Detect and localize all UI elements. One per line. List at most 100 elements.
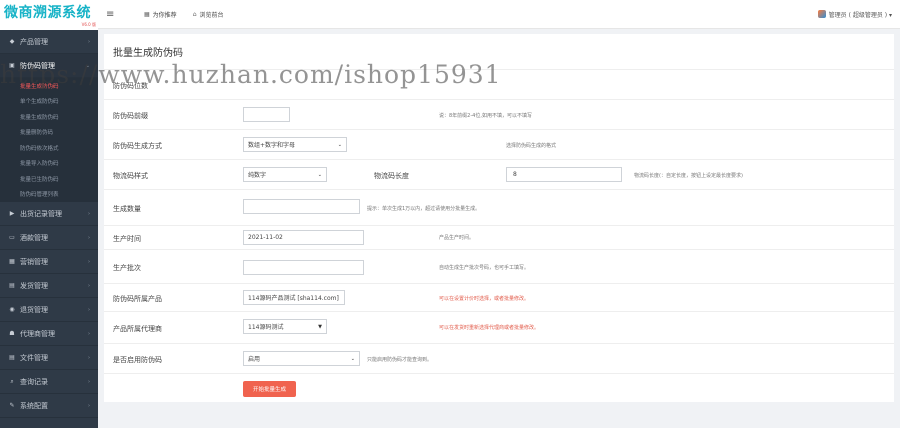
wrench-icon: ✎ — [9, 402, 15, 409]
sidebar-item-label: 产品管理 — [20, 37, 48, 46]
file-icon: ▤ — [9, 354, 15, 361]
chevron-right-icon: › — [88, 378, 90, 385]
quantity-label: 生成数量 — [113, 205, 141, 213]
batch-number-label: 生产批次 — [113, 264, 141, 272]
sidebar-item-files[interactable]: ▤ 文件管理 › — [0, 346, 98, 370]
prefix-input[interactable] — [243, 107, 290, 122]
shield-icon: ▣ — [9, 62, 15, 69]
logistics-style-select[interactable]: 纯数字 ⌄ — [243, 167, 327, 182]
user-label: 管理员 ( 超级管理员 ) ▾ — [828, 11, 892, 19]
start-batch-generate-button[interactable]: 开始批量生成 — [243, 381, 296, 397]
sidebar-item-label: 查询记录 — [20, 377, 48, 386]
form-row-prefix: 防伪码前缀 说：8年前缀2-4位,如用不填，可以不填写 — [104, 100, 894, 130]
chevron-right-icon: › — [88, 234, 90, 241]
batch-number-hint: 自动生成生产批次号码，也可手工填写。 — [439, 265, 530, 271]
page-title: 批量生成防伪码 — [104, 34, 894, 70]
enable-hint: 只能启用防伪码才能查询到。 — [367, 357, 433, 363]
chevron-right-icon: › — [88, 306, 90, 313]
product-input[interactable]: 114源码产品测试 [sha114.com] — [243, 290, 345, 305]
form-row-generate-mode: 防伪码生成方式 数组+数字和字母 ⌄ 选择防伪码生成的格式 — [104, 130, 894, 160]
chevron-right-icon: › — [88, 330, 90, 337]
sidebar-subnav: 批量生成防伪码 单个生成防伪码 批量生成防伪码 批量删防伪码 防伪码依次格式 批… — [0, 78, 98, 202]
user-menu[interactable]: 管理员 ( 超级管理员 ) ▾ — [817, 10, 892, 19]
production-date-label: 生产时间 — [113, 235, 141, 243]
sidebar-item-label: 防伪码管理 — [20, 61, 55, 70]
sidebar-item-shipments[interactable]: ▶ 出货记录管理 › — [0, 202, 98, 226]
enable-label: 是否启用防伪码 — [113, 356, 162, 364]
bottle-icon: ▭ — [9, 234, 15, 241]
chevron-right-icon: › — [88, 258, 90, 265]
frontend-link[interactable]: ⌂ 浏览前台 — [193, 10, 224, 19]
logistics-length-label: 物流码长度 — [374, 172, 409, 180]
sidebar-subitem-batch-delete[interactable]: 批量删防伪码 — [0, 125, 98, 141]
generate-mode-value: 数组+数字和字母 — [248, 142, 296, 149]
grid-icon: ▦ — [9, 258, 15, 265]
tag-icon: ◆ — [9, 38, 15, 45]
logistics-length-hint: 物流码长度(：自定长度，按钮上设定最长度要求) — [634, 173, 743, 179]
sidebar-item-label: 文件管理 — [20, 353, 48, 362]
chevron-right-icon: › — [88, 282, 90, 289]
sidebar-item-marketing[interactable]: ▦ 营销管理 › — [0, 250, 98, 274]
sidebar-subitem-list[interactable]: 防伪码管理列表 — [0, 187, 98, 203]
sidebar-item-label: 发货管理 — [20, 281, 48, 290]
form-row-production-date: 生产时间 2021-11-02 产品生产时间。 — [104, 226, 894, 250]
prefix-label: 防伪码前缀 — [113, 112, 148, 120]
search-icon: ⌕ — [10, 377, 14, 385]
sidebar-subitem-batch-generate-2[interactable]: 批量生成防伪码 — [0, 109, 98, 125]
hamburger-icon[interactable]: ≡ — [106, 9, 118, 20]
sidebar-subitem-generated[interactable]: 批量已生防伪码 — [0, 171, 98, 187]
form-row-batch-number: 生产批次 自动生成生产批次号码，也可手工填写。 — [104, 250, 894, 284]
return-icon: ◉ — [9, 306, 15, 313]
sidebar-item-returns[interactable]: ◉ 退货管理 › — [0, 298, 98, 322]
sidebar-item-settings[interactable]: ✎ 系统配置 › — [0, 394, 98, 418]
sidebar-item-label: 系统配置 — [20, 401, 48, 410]
batch-number-input[interactable] — [243, 260, 364, 275]
sidebar-item-agents[interactable]: ☗ 代理商管理 › — [0, 322, 98, 346]
generate-mode-select[interactable]: 数组+数字和字母 ⌄ — [243, 137, 347, 152]
logistics-style-label: 物流码样式 — [113, 172, 148, 180]
form-row-product: 防伪码所属产品 114源码产品测试 [sha114.com] 可以在设置计价时选… — [104, 284, 894, 312]
enable-select[interactable]: 启用 ⌄ — [243, 351, 360, 366]
chevron-down-icon: ⌄ — [337, 141, 342, 148]
quantity-input[interactable] — [243, 199, 360, 214]
sidebar-item-wine[interactable]: ▭ 酒款管理 › — [0, 226, 98, 250]
sidebar-subitem-import[interactable]: 批量导入防伪码 — [0, 156, 98, 172]
frontend-label: 浏览前台 — [199, 11, 224, 19]
home-icon: ⌂ — [192, 10, 197, 18]
enable-value: 启用 — [248, 356, 261, 363]
form-row-enable: 是否启用防伪码 启用 ⌄ 只能启用防伪码才能查询到。 — [104, 344, 894, 374]
agent-select[interactable]: 114源码测试 ▼ — [243, 319, 327, 334]
sidebar-item-label: 出货记录管理 — [20, 209, 62, 218]
recommend-label: 为你推荐 — [152, 11, 177, 19]
chevron-right-icon: › — [88, 402, 90, 409]
product-label: 防伪码所属产品 — [113, 295, 162, 303]
sidebar-item-label: 退货管理 — [20, 305, 48, 314]
caret-down-icon: ▼ — [318, 323, 322, 330]
sidebar-item-label: 酒款管理 — [20, 233, 48, 242]
logo[interactable]: 微商溯源系统 V6.0 版 — [0, 0, 98, 30]
form-row-agent: 产品所属代理商 114源码测试 ▼ 可以在发货时重新选择代理商或者批量修改。 — [104, 312, 894, 344]
sidebar-item-label: 代理商管理 — [20, 329, 55, 338]
agent-hint: 可以在发货时重新选择代理商或者批量修改。 — [439, 325, 540, 331]
product-hint: 可以在设置计价时选择，或者批量修改。 — [439, 296, 530, 302]
agent-value: 114源码测试 — [248, 324, 284, 331]
sidebar-item-anticounterfeit[interactable]: ▣ 防伪码管理 ⌄ — [0, 54, 98, 78]
chevron-right-icon: › — [88, 354, 90, 361]
send-icon: ▤ — [9, 282, 15, 289]
logistics-style-value: 纯数字 — [248, 172, 267, 179]
users-icon: ☗ — [9, 330, 15, 337]
sidebar-item-products[interactable]: ◆ 产品管理 › — [0, 30, 98, 54]
generate-mode-hint: 选择防伪码生成的格式 — [506, 143, 557, 149]
sidebar-subitem-batch-generate[interactable]: 批量生成防伪码 — [0, 78, 98, 94]
sidebar-subitem-format[interactable]: 防伪码依次格式 — [0, 140, 98, 156]
form-row-code-length: 防伪码位数 — [104, 70, 894, 100]
form-row-logistics-style: 物流码样式 纯数字 ⌄ 物流码长度 8 物流码长度(：自定长度，按钮上设定最长度… — [104, 160, 894, 190]
sidebar-item-query-log[interactable]: ⌕ 查询记录 › — [0, 370, 98, 394]
recommend-link[interactable]: ▦ 为你推荐 — [144, 10, 177, 19]
chevron-right-icon: › — [88, 38, 90, 45]
production-date-input[interactable]: 2021-11-02 — [243, 230, 364, 245]
logistics-length-input[interactable]: 8 — [506, 167, 622, 182]
sidebar-subitem-single-generate[interactable]: 单个生成防伪码 — [0, 94, 98, 110]
sidebar-item-delivery[interactable]: ▤ 发货管理 › — [0, 274, 98, 298]
form-row-quantity: 生成数量 提示：单次生成1万以内，超过请使用分批量生成。 — [104, 190, 894, 226]
